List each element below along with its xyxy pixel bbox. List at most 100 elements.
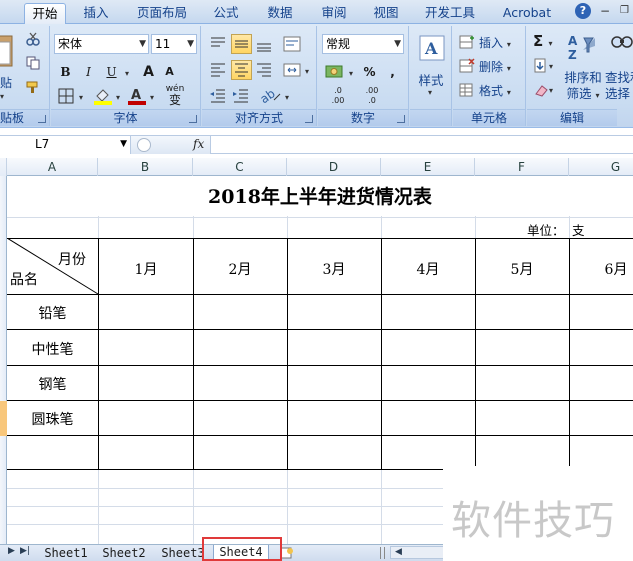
first-sheet-nav-icon[interactable]: ▶ [8,546,15,556]
column-header-b[interactable]: B [98,158,193,176]
copy-icon[interactable] [26,56,40,70]
borders-icon[interactable] [58,88,74,104]
cut-icon[interactable] [26,32,40,46]
orientation-icon[interactable]: ab [258,84,284,106]
align-bottom-icon[interactable] [254,34,274,54]
italic-button[interactable]: I [78,62,99,82]
clear-dropdown-icon[interactable]: ▾ [549,86,553,95]
alignment-launcher-icon[interactable] [305,115,313,123]
styles-icon[interactable]: A [418,34,446,62]
column-header-a[interactable]: A [7,158,98,176]
styles-group: A 样式 ▾ [410,26,452,126]
increase-indent-icon[interactable] [231,86,251,106]
tab-developer[interactable]: 开发工具 [420,3,480,24]
fill-dropdown-icon[interactable]: ▾ [549,62,553,71]
insert-cells-label[interactable]: 插入 ▾ [479,34,511,51]
align-middle-button[interactable] [231,34,252,54]
fill-color-icon[interactable] [93,86,113,106]
insert-sheet-icon[interactable] [280,547,294,559]
paste-icon[interactable] [0,32,14,72]
tab-split-handle[interactable] [380,547,385,559]
tab-page-layout[interactable]: 页面布局 [133,3,191,24]
clear-icon[interactable] [533,82,549,98]
decrease-decimal-button[interactable]: .00 .0 [358,86,386,110]
align-left-icon[interactable] [208,60,228,80]
grow-font-button[interactable]: A [138,62,159,82]
orientation-dropdown-icon[interactable]: ▾ [282,86,292,106]
align-right-icon[interactable] [254,60,274,80]
tab-formulas[interactable]: 公式 [208,3,244,24]
paste-label[interactable]: 贴 [0,74,12,91]
wrap-text-icon[interactable] [282,34,304,54]
align-top-icon[interactable] [208,34,228,54]
increase-decimal-button[interactable]: .0 .00 [324,86,352,110]
tab-data[interactable]: 数据 [262,3,298,24]
insert-function-button[interactable]: fx [193,137,204,151]
fill-color-dropdown-icon[interactable]: ▾ [113,86,123,106]
font-size-combo[interactable]: 11 ▼ [151,34,197,54]
accounting-dropdown-icon[interactable]: ▾ [346,62,356,82]
tab-review[interactable]: 审阅 [316,3,352,24]
merge-center-icon[interactable] [282,60,304,80]
select-all-corner[interactable] [0,158,7,176]
bold-button[interactable]: B [55,62,76,82]
format-painter-icon[interactable] [26,80,40,94]
autosum-button[interactable]: Σ ▾ [533,32,553,50]
column-header-e[interactable]: E [381,158,475,176]
formula-input[interactable] [212,136,633,154]
font-name-combo[interactable]: 宋体 ▼ [54,34,149,54]
column-header-g[interactable]: G [569,158,633,176]
format-cells-label[interactable]: 格式 ▾ [479,82,511,99]
font-color-dropdown-icon[interactable]: ▾ [147,86,157,106]
column-header-d[interactable]: D [287,158,381,176]
column-header-bar: A B C D E F G [0,158,633,176]
name-box[interactable]: L7 ▼ [0,136,131,154]
accounting-format-icon[interactable] [324,62,346,82]
last-sheet-nav-icon[interactable]: ▶| [20,546,30,556]
font-launcher-icon[interactable] [189,115,197,123]
shrink-font-button[interactable]: A [159,62,180,82]
borders-dropdown-icon[interactable]: ▾ [76,86,86,106]
minimize-icon[interactable]: − [600,4,610,18]
paste-dropdown-icon[interactable]: ▾ [0,92,8,101]
clipboard-group: 贴 ▾ 贴板 [0,26,50,126]
clipboard-launcher-icon[interactable] [38,115,46,123]
sort-filter-button[interactable]: 排序和 筛选 ▾ [561,70,605,104]
delete-cells-icon[interactable] [459,58,475,74]
comma-button[interactable]: , [382,62,403,82]
insert-cells-icon[interactable] [459,34,475,50]
decrease-indent-icon[interactable] [208,86,228,106]
merge-dropdown-icon[interactable]: ▾ [302,60,312,80]
number-launcher-icon[interactable] [397,115,405,123]
tab-acrobat[interactable]: Acrobat [497,3,557,24]
row-header-strip[interactable] [0,176,7,544]
underline-dropdown-icon[interactable]: ▾ [122,62,132,82]
align-center-button[interactable] [231,60,252,80]
sort-filter-label-2: 筛选 [566,86,592,101]
font-color-icon[interactable]: A [127,86,147,106]
find-select-icon[interactable] [611,34,633,62]
tab-home[interactable]: 开始 [24,3,66,24]
delete-cells-label[interactable]: 删除 ▾ [479,58,511,75]
find-select-button[interactable]: 查找和 选择 [605,70,633,102]
sheet-tab-sheet1[interactable]: Sheet1 [40,545,92,561]
format-cells-icon[interactable] [459,82,475,98]
percent-button[interactable]: % [359,62,380,82]
cells-group: 插入 ▾ 删除 ▾ 格式 ▾ 单元格 [453,26,526,126]
restore-icon[interactable]: ❐ [620,5,629,16]
sort-filter-icon[interactable]: A Z [567,32,597,64]
number-format-combo[interactable]: 常规 ▼ [322,34,404,54]
help-icon[interactable]: ? [575,3,591,19]
styles-dropdown-icon[interactable]: ▾ [428,88,432,97]
tab-insert[interactable]: 插入 [78,3,114,24]
styles-button-label[interactable]: 样式 [412,70,450,89]
phonetic-button[interactable]: wén 变 [161,84,189,110]
item-name: 圆珠笔 [31,412,74,428]
column-header-c[interactable]: C [193,158,287,176]
fill-down-icon[interactable] [533,58,549,74]
underline-button[interactable]: U [101,62,122,82]
tab-view[interactable]: 视图 [368,3,404,24]
column-header-f[interactable]: F [475,158,569,176]
sheet-tab-sheet2[interactable]: Sheet2 [98,545,150,561]
scroll-left-icon[interactable]: ◀ [395,547,402,557]
